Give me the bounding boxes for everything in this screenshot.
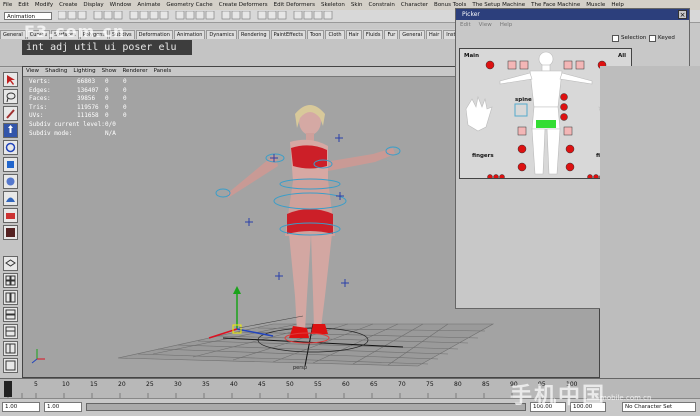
custom-layout-icon[interactable] [3,358,18,373]
selection-label: Selection [621,35,647,41]
tick-label: 80 [454,381,462,388]
range-bar[interactable] [86,403,526,411]
paint-select-tool-icon[interactable] [3,106,18,121]
tick-label: 85 [482,381,490,388]
watermark-bottom: 手机中国 [510,384,607,409]
menu-window[interactable]: Window [107,2,135,8]
menu-edit[interactable]: Edit [15,2,32,8]
panel-menu-renderer[interactable]: Renderer [119,67,150,76]
watermark-bottom-sub: mobile.com.cn [600,394,652,402]
tick-label: 50 [286,381,294,388]
spine-control[interactable] [514,103,528,117]
shelf-tab-7[interactable]: Dynamics [206,30,238,39]
tick-label: 10 [62,381,70,388]
start-time-field[interactable]: 1.00 [2,402,40,412]
selection-checkbox[interactable] [612,35,619,42]
show-manipulator-icon[interactable] [3,208,18,223]
select-tool-icon[interactable] [3,72,18,87]
menu-display[interactable]: Display [80,2,106,8]
command-line-field[interactable]: int adj util ui poser elu [22,40,192,55]
tick-label: 5 [34,381,38,388]
menu-geometry-cache[interactable]: Geometry Cache [163,2,215,8]
persp-graph-layout-icon[interactable] [3,307,18,322]
axis-gizmo-icon [31,349,45,364]
four-view-layout-icon[interactable] [3,273,18,288]
hip-control[interactable] [536,120,556,128]
toolbox [0,68,23,378]
picker-menu-edit[interactable]: Edit [456,20,475,30]
menu-skin[interactable]: Skin [348,2,366,8]
picker-menu-bar: Edit View Help [456,20,689,30]
panel-menu-shading[interactable]: Shading [42,67,70,76]
character-model [228,105,395,338]
last-tool-icon[interactable] [3,225,18,240]
shelf-tab-6[interactable]: Animation [173,30,206,39]
menu-modify[interactable]: Modify [32,2,56,8]
shelf-tab-10[interactable]: Toon [306,30,325,39]
picker-title: Picker [456,9,689,20]
outliner-layout-icon[interactable] [3,341,18,356]
panel-menu-show[interactable]: Show [99,67,120,76]
move-tool-icon[interactable] [3,123,18,138]
tick-label: 45 [258,381,266,388]
close-icon[interactable]: × [678,10,687,19]
tick-label: 20 [118,381,126,388]
menu-animate[interactable]: Animate [134,2,163,8]
shelf-tab-12[interactable]: Hair [345,30,362,39]
menu-character[interactable]: Character [398,2,431,8]
tick-label: 35 [202,381,210,388]
current-time-field[interactable]: 1.00 [44,402,82,412]
shelf-tab-11[interactable]: Cloth [325,30,345,39]
camera-label: persp [293,365,308,371]
panel-menu-lighting[interactable]: Lighting [70,67,98,76]
scale-tool-icon[interactable] [3,157,18,172]
shelf-tab-9[interactable]: PaintEffects [270,30,306,39]
tick-label: 30 [174,381,182,388]
keyed-label: Keyed [658,35,675,41]
tick-label: 40 [230,381,238,388]
soft-modification-icon[interactable] [3,191,18,206]
shelf-tab-8[interactable]: Rendering [238,30,270,39]
status-line-icons [58,11,333,20]
menu-constrain[interactable]: Constrain [366,2,398,8]
watermark-top: F3.com.cn [24,22,126,41]
shelf-tab-14[interactable]: Fur [384,30,399,39]
shelf-tab-13[interactable]: Fluids [362,30,384,39]
menu-file[interactable]: File [0,2,15,8]
tick-label: 15 [90,381,98,388]
keyed-checkbox[interactable] [649,35,656,42]
panel-menu-view[interactable]: View [23,67,42,76]
hypershade-layout-icon[interactable] [3,324,18,339]
menu-skeleton[interactable]: Skeleton [318,2,348,8]
current-time-marker [4,381,12,397]
tick-label: 70 [398,381,406,388]
channel-box-area [600,66,700,378]
rotate-tool-icon[interactable] [3,140,18,155]
tick-label: 65 [370,381,378,388]
persp-outliner-layout-icon[interactable] [3,290,18,305]
tick-label: 55 [314,381,322,388]
menu-set-dropdown[interactable]: Animation [4,12,52,20]
menu-edit-deformers[interactable]: Edit Deformers [271,2,318,8]
tick-label: 60 [342,381,350,388]
shelf-tab-16[interactable]: Hair [425,30,443,39]
menu-create-deformers[interactable]: Create Deformers [216,2,271,8]
menu-create[interactable]: Create [56,2,80,8]
lasso-tool-icon[interactable] [3,89,18,104]
picker-menu-help[interactable]: Help [496,20,517,30]
panel-menu-panels[interactable]: Panels [151,67,175,76]
universal-manipulator-icon[interactable] [3,174,18,189]
picker-menu-view[interactable]: View [475,20,496,30]
character-set-dropdown[interactable]: No Character Set [622,402,696,412]
picker-options: Selection Keyed [456,33,689,45]
tick-label: 25 [146,381,154,388]
tick-label: 75 [426,381,434,388]
shelf-tab-15[interactable]: General [399,30,425,39]
single-view-layout-icon[interactable] [3,256,18,271]
shelf-tab-0[interactable]: General [0,30,26,39]
shelf-tab-5[interactable]: Deformation [135,30,173,39]
